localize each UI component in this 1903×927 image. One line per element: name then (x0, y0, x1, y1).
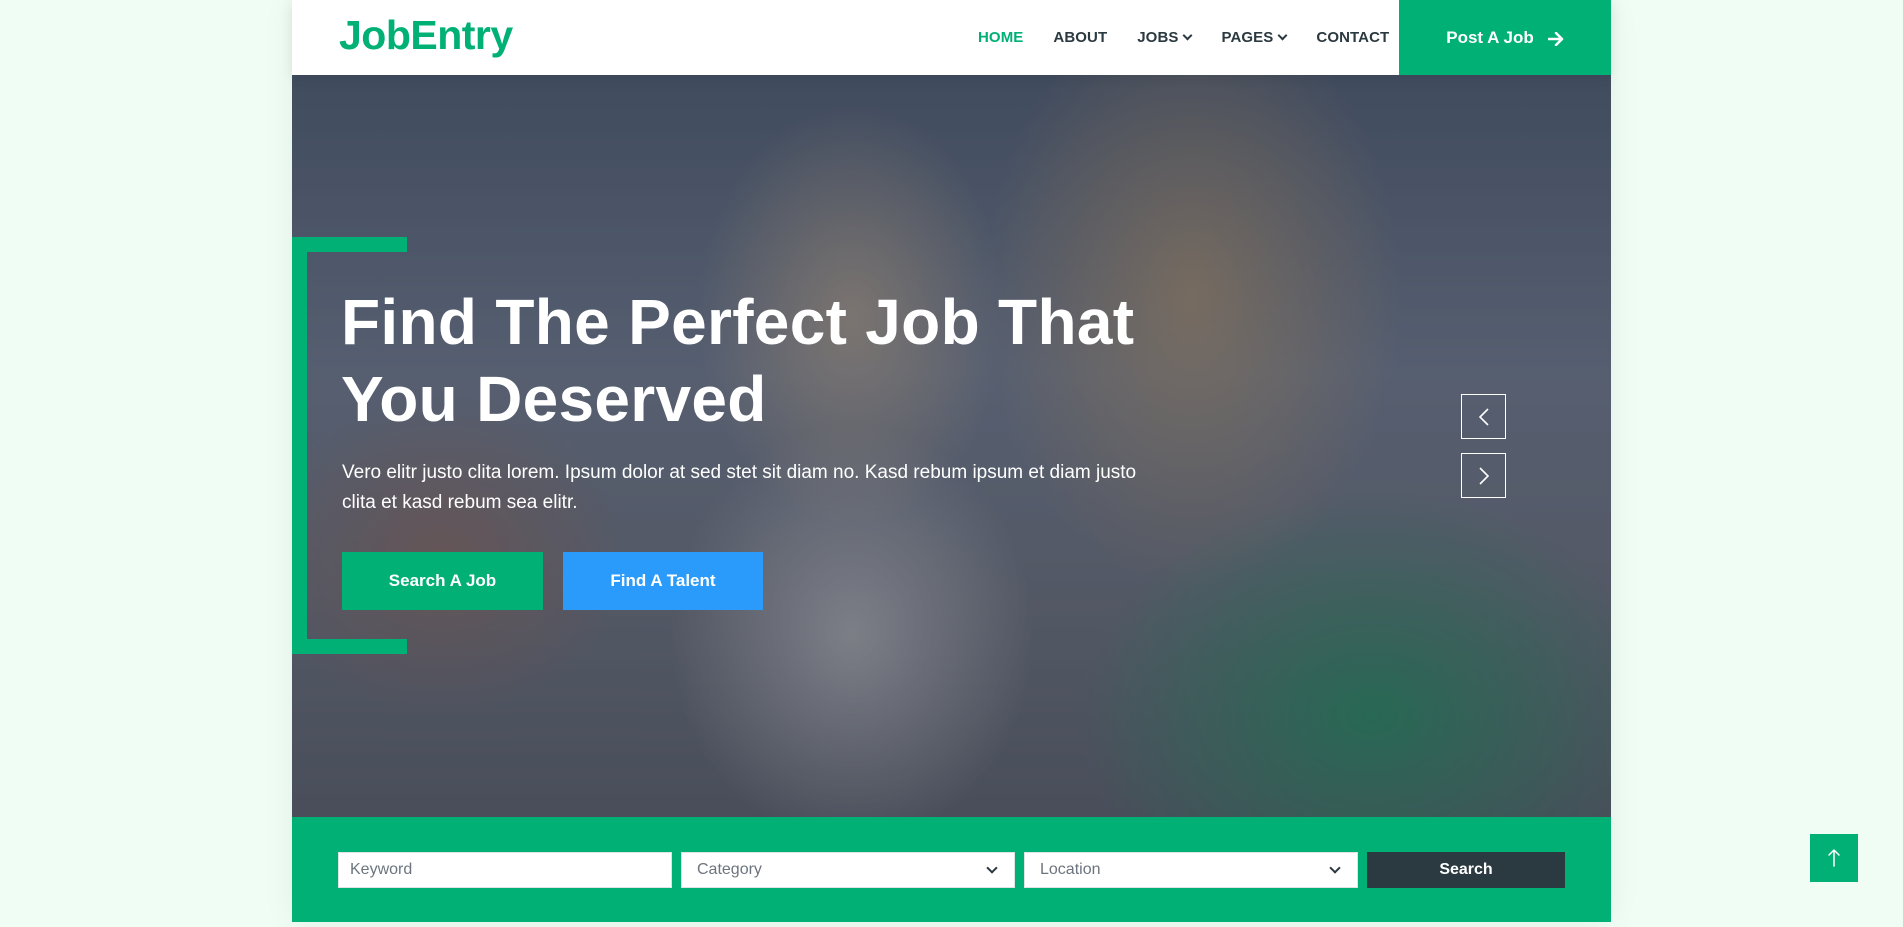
keyword-input[interactable]: Keyword (338, 852, 672, 888)
arrow-right-icon (1547, 31, 1564, 46)
carousel-next-button[interactable] (1461, 453, 1506, 498)
nav-item-about[interactable]: ABOUT (1053, 29, 1107, 46)
post-job-button[interactable]: Post A Job (1399, 0, 1611, 75)
chevron-down-icon (1329, 862, 1341, 874)
post-job-label: Post A Job (1446, 27, 1534, 47)
page-container: JobEntry HOME ABOUT JOBS PAGES CONTACT P… (292, 0, 1611, 922)
chevron-down-icon (1183, 30, 1193, 41)
nav-item-label: HOME (978, 29, 1024, 46)
nav-item-contact[interactable]: CONTACT (1316, 29, 1389, 46)
hero-carousel: Find The Perfect Job That You Deserved V… (292, 75, 1611, 817)
chevron-down-icon (1277, 30, 1288, 41)
category-value: Category (697, 861, 762, 878)
brand-logo[interactable]: JobEntry (339, 12, 513, 59)
location-value: Location (1040, 861, 1101, 878)
chevron-down-icon (986, 862, 998, 874)
nav-item-label: JOBS (1137, 29, 1179, 46)
arrow-up-icon (1828, 849, 1840, 867)
find-talent-button[interactable]: Find A Talent (563, 552, 763, 610)
nav-item-label: CONTACT (1316, 29, 1390, 46)
category-select[interactable]: Category (681, 852, 1015, 888)
navbar: JobEntry HOME ABOUT JOBS PAGES CONTACT P… (292, 0, 1611, 75)
job-search-bar: Keyword Category Location Search (292, 817, 1611, 922)
nav-item-jobs[interactable]: JOBS (1137, 29, 1193, 46)
hero-overlay (292, 75, 1611, 817)
location-select[interactable]: Location (1024, 852, 1358, 888)
hero-title: Find The Perfect Job That You Deserved (341, 286, 1135, 435)
chevron-left-icon (1478, 407, 1489, 426)
carousel-prev-button[interactable] (1461, 394, 1506, 439)
chevron-right-icon (1478, 466, 1489, 485)
nav-item-pages[interactable]: PAGES (1221, 29, 1288, 46)
search-button[interactable]: Search (1367, 852, 1565, 888)
nav-item-label: ABOUT (1053, 29, 1108, 46)
hero-description: Vero elitr justo clita lorem. Ipsum dolo… (342, 462, 1137, 513)
nav-item-home[interactable]: HOME (978, 29, 1023, 46)
search-job-button[interactable]: Search A Job (342, 552, 543, 610)
nav-item-label: PAGES (1221, 29, 1274, 46)
back-to-top-button[interactable] (1810, 834, 1858, 882)
keyword-placeholder: Keyword (350, 861, 413, 878)
nav-links: HOME ABOUT JOBS PAGES CONTACT (978, 0, 1419, 75)
